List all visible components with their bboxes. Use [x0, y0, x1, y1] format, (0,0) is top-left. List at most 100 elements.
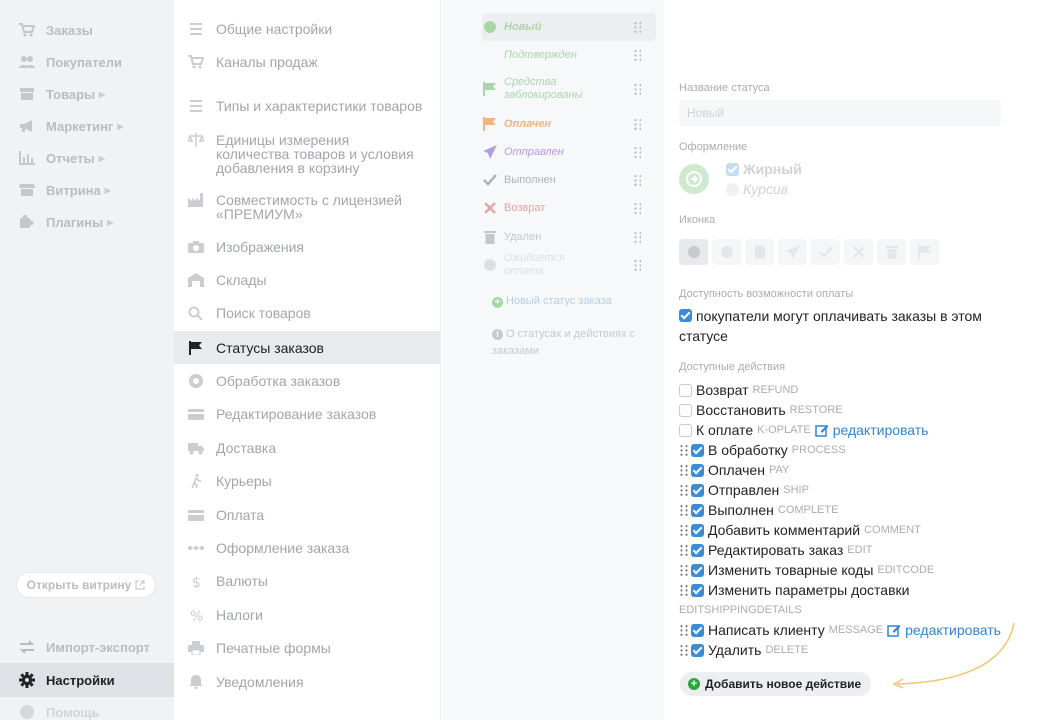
nav-item-1[interactable]: Заказы — [18, 19, 93, 41]
nav-item-2[interactable]: Покупатели — [18, 51, 122, 73]
icon-option-trash-icon[interactable] — [877, 239, 906, 265]
drag-handle-icon[interactable] — [679, 523, 689, 537]
list-icon — [188, 99, 204, 113]
drag-handle-icon[interactable] — [633, 231, 641, 243]
action-checkbox[interactable] — [691, 563, 704, 577]
drag-handle-icon[interactable] — [679, 543, 689, 557]
settings-menu-item-7[interactable]: Склады — [188, 273, 440, 287]
about-statuses-link[interactable]: iО статусах и действиях с заказами — [492, 326, 652, 360]
new-status-link[interactable]: + Новый статус заказа — [492, 295, 612, 308]
status-item-2[interactable]: Подтвержден — [482, 47, 657, 63]
icon-option-doc-icon[interactable] — [745, 239, 774, 265]
status-item-1[interactable]: Новый — [482, 19, 657, 35]
drag-handle-icon[interactable] — [633, 49, 641, 61]
settings-menu-item-12[interactable]: Доставка — [188, 441, 440, 455]
action-checkbox[interactable] — [691, 643, 704, 657]
nav-item-7[interactable]: Плагины ▶ — [18, 211, 113, 233]
settings-menu-item-14[interactable]: Оплата — [188, 508, 440, 522]
open-store-button[interactable]: Открыть витрину — [16, 572, 156, 598]
settings-menu-item-19[interactable]: Уведомления — [188, 675, 440, 689]
box-icon — [18, 86, 36, 102]
action-checkbox[interactable] — [691, 443, 704, 457]
drag-handle-icon[interactable] — [633, 174, 641, 186]
nav-settings[interactable]: Настройки — [0, 663, 174, 697]
drag-handle-icon[interactable] — [679, 623, 689, 637]
action-editshippingdetails: Изменить параметры доставки — [679, 581, 909, 599]
status-item-4[interactable]: Оплачен — [482, 116, 657, 132]
italic-option[interactable]: Курсив — [726, 181, 788, 197]
drag-handle-icon[interactable] — [679, 643, 689, 657]
action-checkbox[interactable] — [691, 503, 704, 517]
drag-handle-icon[interactable] — [679, 503, 689, 517]
drag-handle-icon[interactable] — [679, 563, 689, 577]
icon-option-dot-icon[interactable] — [679, 239, 708, 265]
action-checkbox[interactable] — [691, 623, 704, 637]
status-item-8[interactable]: Удален — [482, 229, 657, 245]
drag-handle-icon[interactable] — [633, 202, 641, 214]
status-item-3[interactable]: Средства заблокированы — [482, 75, 657, 103]
nav-item-3[interactable]: Товары ▶ — [18, 83, 105, 105]
payment-checkbox[interactable] — [679, 309, 692, 322]
icon-option-flag-icon[interactable] — [910, 239, 939, 265]
nav-item-4[interactable]: Маркетинг ▶ — [18, 115, 124, 137]
nav-import-export[interactable]: Импорт-экспорт — [18, 636, 150, 658]
status-item-5[interactable]: Отправлен — [482, 144, 657, 160]
settings-menu-item-13[interactable]: Курьеры — [188, 474, 440, 488]
settings-menu-item-18[interactable]: Печатные формы — [188, 641, 440, 655]
drag-handle-icon[interactable] — [679, 583, 689, 597]
action-checkbox[interactable] — [691, 483, 704, 497]
settings-menu-item-4[interactable]: Единицы измерения количества товаров и у… — [188, 133, 418, 175]
icon-option-check-icon[interactable] — [811, 239, 840, 265]
settings-menu-item-11[interactable]: Редактирование заказов — [188, 407, 440, 421]
status-item-9[interactable]: Ожидается оплата — [482, 252, 657, 277]
settings-menu-item-10[interactable]: Обработка заказов — [188, 374, 440, 388]
drag-handle-icon[interactable] — [633, 259, 641, 271]
status-name-input[interactable]: Новый — [679, 100, 1001, 126]
payment-option[interactable]: покупатели могут оплачивать заказы в это… — [679, 306, 999, 346]
action-label: Изменить параметры доставки — [708, 582, 910, 598]
settings-menu-item-8[interactable]: Поиск товаров — [188, 306, 440, 320]
icon-option-plane-icon[interactable] — [778, 239, 807, 265]
settings-menu-item-2[interactable]: Каналы продаж — [188, 55, 440, 69]
settings-menu-item-15[interactable]: Оформление заказа — [188, 541, 440, 555]
add-action-button[interactable]: + Добавить новое действие — [680, 672, 872, 696]
bold-checkbox[interactable] — [726, 162, 739, 176]
action-pay: Оплачен pay — [679, 461, 789, 479]
settings-menu-item-1[interactable]: Общие настройки — [188, 22, 440, 36]
nav-help[interactable]: Помощь — [18, 701, 99, 720]
settings-menu-item-3[interactable]: Типы и характеристики товаров — [188, 99, 440, 113]
settings-menu-item-9[interactable]: Статусы заказов — [174, 331, 440, 364]
drag-handle-icon[interactable] — [679, 483, 689, 497]
italic-label: Курсив — [743, 181, 788, 197]
drag-handle-icon[interactable] — [679, 443, 689, 457]
drag-handle-icon[interactable] — [679, 463, 689, 477]
status-item-7[interactable]: Возврат — [482, 200, 657, 216]
action-checkbox[interactable] — [691, 523, 704, 537]
status-item-6[interactable]: Выполнен — [482, 172, 657, 188]
nav-item-6[interactable]: Витрина ▶ — [18, 179, 111, 201]
settings-menu-item-6[interactable]: Изображения — [188, 240, 440, 254]
settings-menu-item-17[interactable]: % Налоги — [188, 608, 440, 622]
icon-option-cross-icon[interactable] — [844, 239, 873, 265]
action-label: Удалить — [708, 642, 762, 658]
action-checkbox[interactable] — [679, 383, 692, 397]
action-checkbox[interactable] — [691, 543, 704, 557]
edit-action-link[interactable]: редактировать — [814, 422, 928, 438]
action-checkbox[interactable] — [679, 423, 692, 437]
settings-menu-label: Единицы измерения количества товаров и у… — [216, 132, 414, 176]
settings-menu-item-5[interactable]: Совместимость с лицензией «ПРЕМИУМ» — [188, 193, 418, 221]
nav-item-5[interactable]: Отчеты ▶ — [18, 147, 105, 169]
settings-menu-item-16[interactable]: $ Валюты — [188, 574, 440, 588]
status-label: Возврат — [504, 201, 546, 214]
drag-handle-icon[interactable] — [633, 146, 641, 158]
drag-handle-icon[interactable] — [633, 83, 641, 95]
action-checkbox[interactable] — [691, 463, 704, 477]
bold-option[interactable]: Жирный — [726, 161, 802, 177]
drag-handle-icon[interactable] — [633, 21, 641, 33]
action-checkbox[interactable] — [691, 583, 704, 597]
italic-radio[interactable] — [726, 182, 739, 196]
icon-option-badge-icon[interactable] — [712, 239, 741, 265]
about-statuses-label: О статусах и действиях с заказами — [492, 328, 636, 357]
action-checkbox[interactable] — [679, 403, 692, 417]
drag-handle-icon[interactable] — [633, 118, 641, 130]
